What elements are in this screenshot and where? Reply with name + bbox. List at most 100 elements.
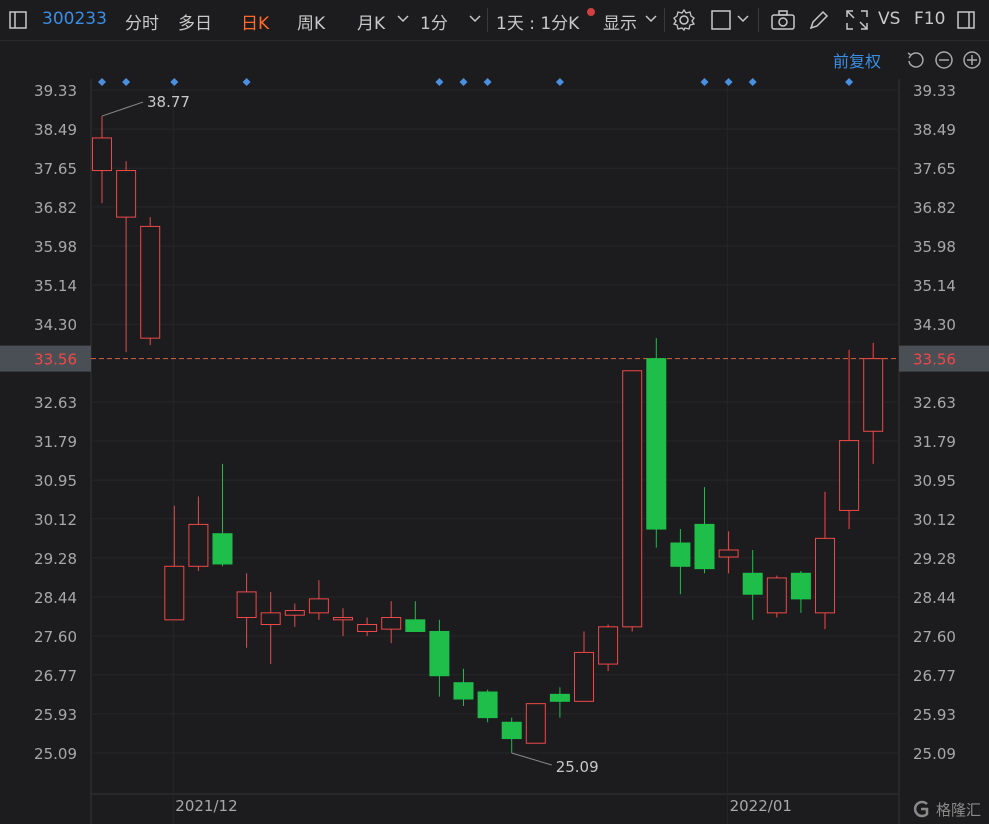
candle-body-up[interactable] <box>525 703 546 744</box>
candle-body-down[interactable] <box>646 358 667 530</box>
candle-body-up[interactable] <box>622 370 643 628</box>
y-tick-label-right: 38.49 <box>913 121 956 139</box>
candle-body-down[interactable] <box>453 682 474 700</box>
candle-body-up[interactable] <box>236 591 257 619</box>
tab-intraday[interactable]: 分时 <box>125 9 159 34</box>
toolbar-divider <box>758 8 759 32</box>
zoom-out-icon[interactable] <box>933 49 955 75</box>
candle-body-up[interactable] <box>598 626 619 665</box>
annotation-leader-line <box>101 101 144 117</box>
candle-body-down[interactable] <box>742 572 763 595</box>
event-marker-diamond[interactable] <box>483 78 492 86</box>
y-tick-label-right: 36.82 <box>913 199 956 217</box>
candle-body-up[interactable] <box>140 225 161 339</box>
candle-body-up[interactable] <box>863 358 884 432</box>
candle-body-up[interactable] <box>333 617 353 621</box>
camera-icon[interactable] <box>770 9 796 36</box>
range-selector[interactable]: 1天 : 1分K <box>496 9 579 34</box>
candle-body-up[interactable] <box>357 623 378 632</box>
panel-toggle-icon[interactable] <box>956 10 976 35</box>
y-tick-label-left: 33.56 <box>34 351 77 369</box>
y-tick-label-right: 35.98 <box>913 238 956 256</box>
zoom-in-icon[interactable] <box>961 49 983 75</box>
y-tick-label-left: 26.77 <box>34 667 77 685</box>
candle-body-down[interactable] <box>501 721 522 740</box>
y-tick-label-right: 31.79 <box>913 433 956 451</box>
settings-gear-icon[interactable] <box>672 8 696 37</box>
candle-body-up[interactable] <box>116 170 137 218</box>
candle-body-up[interactable] <box>260 612 281 625</box>
event-marker-diamond[interactable] <box>459 78 468 86</box>
candle-body-down[interactable] <box>212 533 233 565</box>
adjust-mode-button[interactable]: 前复权 <box>833 48 881 72</box>
candle-body-up[interactable] <box>574 651 594 702</box>
layout-chevron-icon[interactable] <box>736 8 750 33</box>
sidebar-toggle-icon[interactable] <box>8 10 28 35</box>
y-tick-label-left: 34.30 <box>34 316 77 334</box>
minute-dropdown-chevron-icon[interactable] <box>468 8 482 33</box>
compare-vs-button[interactable]: VS <box>878 9 900 29</box>
stock-code[interactable]: 300233 <box>42 9 107 29</box>
candle-body-down[interactable] <box>694 523 715 570</box>
candle-body-up[interactable] <box>766 577 787 614</box>
reset-icon[interactable] <box>905 49 927 75</box>
candle-body-down[interactable] <box>405 619 426 632</box>
y-tick-label-right: 33.56 <box>913 351 956 369</box>
y-tick-label-right: 27.60 <box>913 628 956 646</box>
toolbar: 300233 分时 多日 日K 周K 月K 1分 1天 : 1分K 显示 VS … <box>0 0 989 41</box>
y-tick-label-right: 34.30 <box>913 316 956 334</box>
candle-body-down[interactable] <box>429 630 450 677</box>
y-tick-label-left: 35.98 <box>34 238 77 256</box>
event-marker-diamond[interactable] <box>555 78 564 86</box>
y-tick-label-right: 26.77 <box>913 667 956 685</box>
toolbar-divider <box>487 8 488 32</box>
tab-daily-k[interactable]: 日K <box>241 9 269 34</box>
candle-body-up[interactable] <box>308 598 329 614</box>
tab-monthly-k[interactable]: 月K <box>357 9 385 34</box>
candle-body-down[interactable] <box>477 691 498 719</box>
candlestick-chart[interactable]: 39.33 39.33 38.49 38.49 37.65 37.65 36.82 36.82… <box>0 41 989 824</box>
f10-button[interactable]: F10 <box>914 9 945 29</box>
y-tick-label-left: 30.12 <box>34 511 77 529</box>
y-tick-label-right: 37.65 <box>913 160 956 178</box>
tab-multiday[interactable]: 多日 <box>178 9 212 34</box>
candle-body-up[interactable] <box>188 523 209 567</box>
candle-body-down[interactable] <box>790 572 811 600</box>
event-marker-diamond[interactable] <box>845 78 854 86</box>
candle-body-up[interactable] <box>92 137 112 172</box>
y-tick-label-right: 32.63 <box>913 394 956 412</box>
candle-body-down[interactable] <box>670 542 691 567</box>
monthly-dropdown-chevron-icon[interactable] <box>396 8 410 33</box>
fullscreen-icon[interactable] <box>845 9 869 36</box>
watermark-logo-icon <box>914 800 929 818</box>
y-tick-label-left: 37.65 <box>34 160 77 178</box>
candle-body-up[interactable] <box>164 565 185 621</box>
candle-body-up[interactable] <box>718 549 739 558</box>
layout-square-icon[interactable] <box>710 9 732 36</box>
event-marker-diamond[interactable] <box>242 78 251 86</box>
event-marker-diamond[interactable] <box>724 78 733 86</box>
candle-body-up[interactable] <box>284 610 305 616</box>
candle-body-up[interactable] <box>839 440 860 511</box>
notification-dot-icon <box>586 2 596 22</box>
event-marker-diamond[interactable] <box>700 78 709 86</box>
candle-body-up[interactable] <box>815 537 835 614</box>
event-marker-diamond[interactable] <box>122 78 131 86</box>
event-marker-diamond[interactable] <box>170 78 179 86</box>
tab-weekly-k[interactable]: 周K <box>297 9 325 34</box>
candle-body-up[interactable] <box>381 617 402 630</box>
candle-body-down[interactable] <box>549 693 570 702</box>
tab-1min[interactable]: 1分 <box>420 9 448 34</box>
high-price-annotation: 38.77 <box>147 93 190 111</box>
display-chevron-icon[interactable] <box>644 8 658 33</box>
pencil-icon[interactable] <box>808 9 830 36</box>
display-menu[interactable]: 显示 <box>603 9 637 34</box>
event-marker-diamond[interactable] <box>748 78 757 86</box>
y-tick-label-left: 25.93 <box>34 706 77 724</box>
y-tick-label-left: 28.44 <box>34 589 77 607</box>
y-tick-label-right: 28.44 <box>913 589 956 607</box>
event-marker-diamond[interactable] <box>98 78 106 86</box>
y-tick-label-right: 29.28 <box>913 550 956 568</box>
y-tick-label-right: 25.93 <box>913 706 956 724</box>
event-marker-diamond[interactable] <box>435 78 444 86</box>
